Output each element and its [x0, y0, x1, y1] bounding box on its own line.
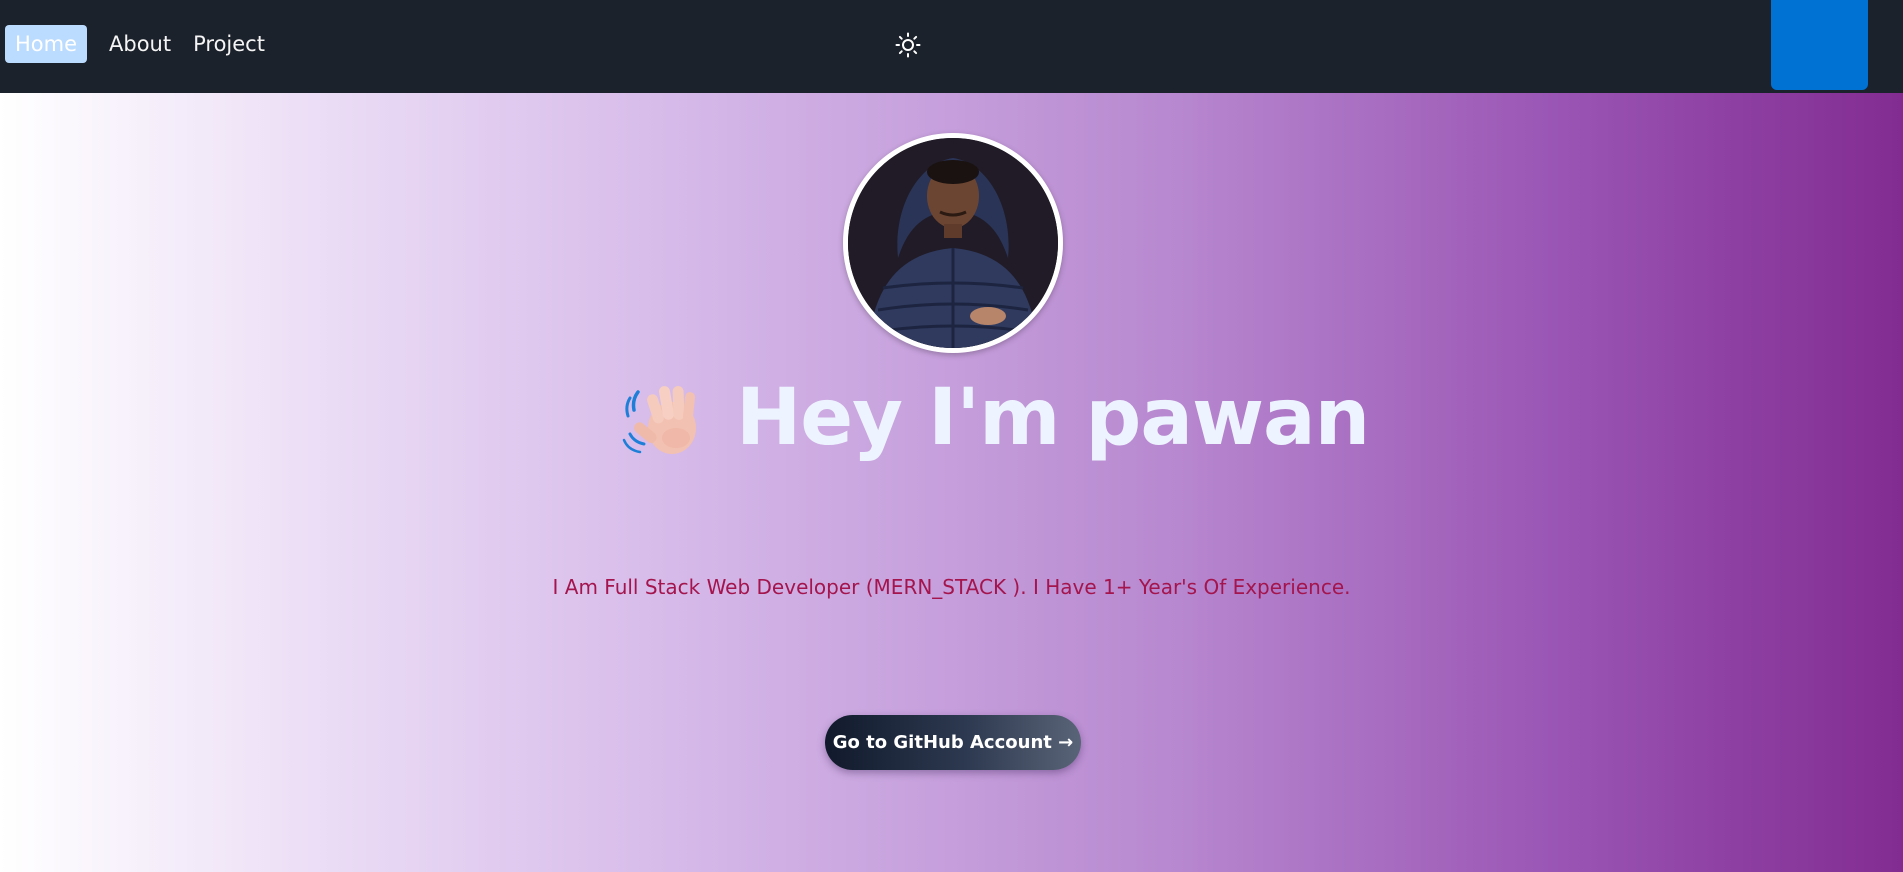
headline-text: Hey I'm pawan — [736, 373, 1370, 463]
nav-project-link[interactable]: Project — [183, 25, 275, 63]
tagline: I Am Full Stack Web Developer (MERN_STAC… — [552, 575, 1351, 599]
theme-toggle-button[interactable] — [893, 30, 923, 60]
navbar: Home About Project — [0, 0, 1903, 93]
github-account-button[interactable]: Go to GitHub Account → — [825, 715, 1081, 770]
sun-icon — [895, 32, 921, 58]
hero-section: Hey I'm pawan I Am Full Stack Web Develo… — [0, 93, 1903, 872]
nav-home-link[interactable]: Home — [5, 25, 88, 63]
waving-hand-icon — [622, 385, 696, 454]
nav-about-link[interactable]: About — [99, 25, 181, 63]
redacted-corner-block — [1771, 0, 1868, 90]
nav-links: Home About Project — [5, 25, 277, 63]
headline: Hey I'm pawan — [620, 363, 1370, 473]
profile-photo — [843, 133, 1063, 353]
